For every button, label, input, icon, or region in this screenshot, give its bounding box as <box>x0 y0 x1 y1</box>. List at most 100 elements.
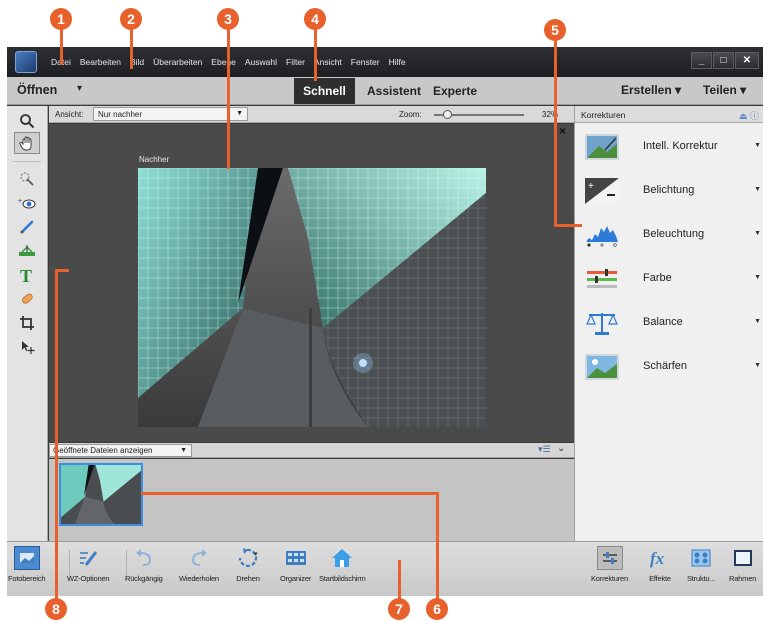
tab-quick[interactable]: Schnell <box>294 78 355 104</box>
open-button[interactable]: Öffnen <box>17 83 57 97</box>
chevron-down-icon: ▼ <box>754 318 761 325</box>
callout-line <box>141 492 438 495</box>
photo-bin-icon <box>13 546 40 570</box>
spot-healing-tool[interactable] <box>14 288 40 310</box>
callout-line <box>227 19 230 169</box>
photo-bin-button[interactable]: Fotobereich <box>8 546 46 594</box>
bin-select-value: Geöffnete Dateien anzeigen <box>53 446 153 455</box>
hand-icon <box>19 136 32 151</box>
zoom-slider-knob[interactable] <box>443 110 452 119</box>
maximize-button[interactable]: □ <box>713 52 734 69</box>
organizer-button[interactable]: Organizer <box>280 546 311 594</box>
task-label: Korrekturen <box>591 574 628 583</box>
svg-text:fx: fx <box>650 549 665 568</box>
callout-line <box>554 224 582 227</box>
adj-item-lighting[interactable]: Beleuchtung ▼ <box>575 214 763 258</box>
adj-item-color[interactable]: Farbe ▼ <box>575 258 763 302</box>
redo-button[interactable]: Wiederholen <box>179 546 219 594</box>
menu-window[interactable]: Fenster <box>351 57 380 67</box>
callout-6: 6 <box>426 598 448 620</box>
callout-1: 1 <box>50 8 72 30</box>
menu-help[interactable]: Hilfe <box>389 57 406 67</box>
organizer-icon <box>283 546 309 570</box>
move-icon <box>22 341 35 354</box>
straighten-tool[interactable] <box>14 240 40 262</box>
rotate-button[interactable]: ▾ Drehen <box>235 546 261 594</box>
quick-selection-tool[interactable] <box>14 168 40 190</box>
whiten-teeth-tool[interactable] <box>14 216 40 238</box>
task-label: Effekte <box>649 574 671 583</box>
task-label: Drehen <box>236 574 260 583</box>
callout-4: 4 <box>304 8 326 30</box>
photo-bin <box>49 459 574 541</box>
adj-item-sharpen[interactable]: Schärfen ▼ <box>575 346 763 390</box>
open-dropdown-icon[interactable]: ▾ <box>77 83 82 94</box>
frames-button[interactable]: Rahmen <box>729 546 756 594</box>
share-button[interactable]: Teilen ▾ <box>703 83 746 97</box>
move-tool[interactable] <box>14 336 40 358</box>
scale-icon <box>586 313 618 335</box>
photo-image[interactable] <box>138 168 486 427</box>
view-label: Ansicht: <box>55 110 84 119</box>
adjustments-button[interactable]: Korrekturen <box>591 546 628 594</box>
tool-options-button[interactable]: WZ-Optionen <box>67 546 110 594</box>
photo-bin-bar: Geöffnete Dateien anzeigen ▼ ▾☰ ⌄ <box>49 443 574 458</box>
text-tool[interactable]: T <box>14 264 40 286</box>
adj-item-balance[interactable]: Balance ▼ <box>575 302 763 346</box>
collapse-icon[interactable]: ⌄ <box>557 443 565 454</box>
chevron-down-icon: ▼ <box>236 110 243 117</box>
magnifier-icon <box>20 114 35 129</box>
undo-button[interactable]: Rückgängig <box>125 546 163 594</box>
menu-filter[interactable]: Filter <box>286 57 305 67</box>
zoom-slider[interactable] <box>434 110 524 119</box>
close-window-button[interactable]: ✕ <box>735 52 759 69</box>
red-eye-tool[interactable]: + <box>14 192 40 214</box>
callout-5: 5 <box>544 19 566 41</box>
tab-guided[interactable]: Assistent <box>359 78 429 104</box>
chevron-down-icon: ▼ <box>754 142 761 149</box>
view-select[interactable]: Nur nachher ▼ <box>93 107 248 121</box>
panel-header: Korrekturen ⏏ ⓘ <box>575 106 763 123</box>
textures-button[interactable]: Struktu... <box>687 546 715 594</box>
close-icon[interactable]: × <box>559 124 566 138</box>
adj-item-smart-fix[interactable]: Intell. Korrektur ▼ <box>575 126 763 170</box>
after-label: Nachher <box>139 155 170 164</box>
callout-line <box>55 269 58 602</box>
task-label: Startbildschirm <box>319 574 366 583</box>
task-label: Fotobereich <box>8 574 46 583</box>
bin-select[interactable]: Geöffnete Dateien anzeigen ▼ <box>49 444 192 457</box>
task-label: Rahmen <box>729 574 757 583</box>
callout-line <box>554 30 557 226</box>
undo-icon <box>131 546 157 570</box>
crop-tool[interactable] <box>14 312 40 334</box>
svg-text:+: + <box>18 198 22 205</box>
svg-text:▾: ▾ <box>254 551 258 558</box>
create-button[interactable]: Erstellen ▾ <box>621 83 681 97</box>
image-canvas[interactable]: × Nachher <box>49 124 574 442</box>
adjustments-icon <box>596 546 623 570</box>
menu-edit[interactable]: Bearbeiten <box>80 57 121 67</box>
adj-item-exposure[interactable]: + Belichtung ▼ <box>575 170 763 214</box>
menu-view[interactable]: Ansicht <box>314 57 342 67</box>
adj-label: Intell. Korrektur <box>643 140 718 152</box>
minimize-button[interactable]: _ <box>691 52 712 69</box>
tab-expert[interactable]: Experte <box>429 78 481 104</box>
task-label: Struktu... <box>687 574 716 583</box>
task-bar: Fotobereich WZ-Optionen Rückgängig Wiede… <box>7 541 763 596</box>
adjustments-panel: Korrekturen ⏏ ⓘ Intell. Korrektur ▼ + Be… <box>574 106 763 541</box>
home-screen-button[interactable]: Startbildschirm <box>319 546 366 594</box>
photo-thumbnail[interactable] <box>59 463 143 526</box>
panel-menu-icon[interactable]: ⏏ ⓘ <box>739 109 759 122</box>
adj-label: Farbe <box>643 272 672 284</box>
menu-enhance[interactable]: Überarbeiten <box>153 57 202 67</box>
zoom-tool[interactable] <box>14 110 40 132</box>
bin-options-icon[interactable]: ▾☰ <box>538 444 551 455</box>
brush-icon <box>20 220 34 234</box>
effects-button[interactable]: fx Effekte <box>647 546 673 594</box>
menu-select[interactable]: Auswahl <box>245 57 277 67</box>
menu-layer[interactable]: Ebene <box>211 57 236 67</box>
photoshop-elements-window: Datei Bearbeiten Bild Überarbeiten Ebene… <box>7 47 763 596</box>
hand-tool[interactable] <box>14 132 40 154</box>
options-bar: Ansicht: Nur nachher ▼ Zoom: 32% <box>49 106 574 123</box>
app-logo-icon[interactable] <box>15 51 37 73</box>
